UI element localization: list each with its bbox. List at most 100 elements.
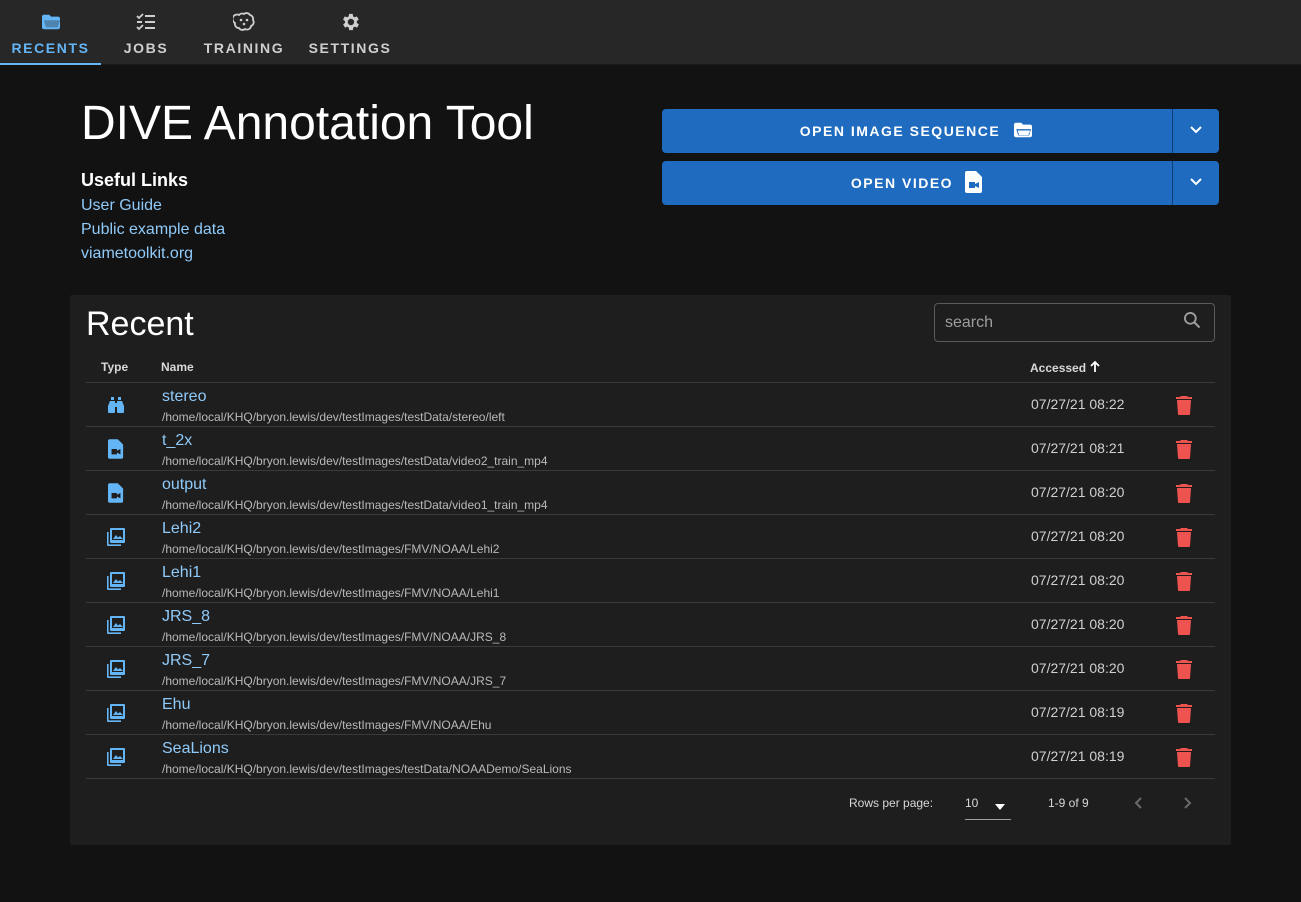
rows-per-page-value: 10 [965,796,979,810]
accessed-time: 07/27/21 08:22 [1031,396,1125,412]
table-footer: Rows per page: 10 1-9 of 9 [86,790,1215,830]
dataset-name-link[interactable]: Lehi2 [162,520,201,538]
image-multiple-icon [106,702,126,724]
delete-icon[interactable] [1174,438,1194,460]
table-header: Type Name Accessed [86,350,1215,383]
open-image-sequence-label: OPEN IMAGE SEQUENCE [799,123,1001,139]
chevron-down-icon [1189,122,1203,140]
dataset-name-link[interactable]: output [162,476,206,494]
rows-per-page-select[interactable]: 10 [965,790,1011,820]
file-video-icon [106,438,126,460]
open-image-sequence-button[interactable]: OPEN IMAGE SEQUENCE [662,109,1172,153]
accessed-time: 07/27/21 08:20 [1031,616,1125,632]
column-accessed-label: Accessed [1030,361,1087,375]
dataset-path: /home/local/KHQ/bryon.lewis/dev/testImag… [162,630,507,644]
tab-training-label: TRAINING [203,40,285,56]
file-video-icon [106,482,126,504]
dataset-path: /home/local/KHQ/bryon.lewis/dev/testImag… [162,410,505,424]
column-type[interactable]: Type [101,360,128,374]
brain-icon [232,11,256,33]
page-title: DIVE Annotation Tool [81,97,534,150]
delete-icon[interactable] [1174,394,1194,416]
delete-icon[interactable] [1174,526,1194,548]
search-field[interactable] [934,303,1215,342]
table-row[interactable]: JRS_7/home/local/KHQ/bryon.lewis/dev/tes… [86,647,1215,691]
delete-icon[interactable] [1174,702,1194,724]
folder-open-icon [1012,121,1034,142]
dataset-path: /home/local/KHQ/bryon.lewis/dev/testImag… [162,674,507,688]
table-row[interactable]: Lehi1/home/local/KHQ/bryon.lewis/dev/tes… [86,559,1215,603]
dataset-name-link[interactable]: stereo [162,388,206,406]
link-user-guide[interactable]: User Guide [81,197,162,215]
search-icon[interactable] [1182,310,1202,335]
tab-training[interactable]: TRAINING [203,0,285,65]
dataset-path: /home/local/KHQ/bryon.lewis/dev/testImag… [162,542,500,556]
dataset-name-link[interactable]: Lehi1 [162,564,201,582]
folder-open-icon [39,11,63,33]
chevron-down-icon [1189,174,1203,192]
dataset-name-link[interactable]: JRS_8 [162,608,210,626]
image-multiple-icon [106,746,126,768]
accessed-time: 07/27/21 08:21 [1031,440,1125,456]
pagination-range: 1-9 of 9 [1048,796,1089,810]
dataset-name-link[interactable]: t_2x [162,432,192,450]
link-viametoolkit[interactable]: viametoolkit.org [81,245,193,263]
useful-links-heading: Useful Links [81,170,189,190]
tab-recents[interactable]: RECENTS [0,0,101,65]
table-row[interactable]: output/home/local/KHQ/bryon.lewis/dev/te… [86,471,1215,515]
dataset-path: /home/local/KHQ/bryon.lewis/dev/testImag… [162,498,548,512]
rows-per-page-label: Rows per page: [849,796,934,810]
gear-icon [338,11,362,33]
file-video-icon [965,170,983,196]
table-row[interactable]: JRS_8/home/local/KHQ/bryon.lewis/dev/tes… [86,603,1215,647]
image-multiple-icon [106,526,126,548]
dataset-path: /home/local/KHQ/bryon.lewis/dev/testImag… [162,454,548,468]
tab-jobs[interactable]: JOBS [118,0,174,65]
table-row[interactable]: Ehu/home/local/KHQ/bryon.lewis/dev/testI… [86,691,1215,735]
arrow-up-icon [1089,360,1101,376]
format-list-checks-icon [134,11,158,33]
recent-title: Recent [86,305,194,343]
accessed-time: 07/27/21 08:20 [1031,660,1125,676]
open-video-label: OPEN VIDEO [850,175,954,191]
prev-page-button[interactable] [1128,793,1148,813]
delete-icon[interactable] [1174,658,1194,680]
dataset-name-link[interactable]: Ehu [162,696,190,714]
accessed-time: 07/27/21 08:19 [1031,748,1125,764]
accessed-time: 07/27/21 08:19 [1031,704,1125,720]
dataset-path: /home/local/KHQ/bryon.lewis/dev/testImag… [162,586,500,600]
next-page-button[interactable] [1178,793,1198,813]
tab-recents-label: RECENTS [11,40,90,56]
link-public-example-data[interactable]: Public example data [81,221,225,239]
image-multiple-icon [106,614,126,636]
delete-icon[interactable] [1174,614,1194,636]
delete-icon[interactable] [1174,746,1194,768]
tab-settings[interactable]: SETTINGS [308,0,392,65]
accessed-time: 07/27/21 08:20 [1031,484,1125,500]
dataset-path: /home/local/KHQ/bryon.lewis/dev/testImag… [162,762,572,776]
dataset-path: /home/local/KHQ/bryon.lewis/dev/testImag… [162,718,492,732]
open-video-dropdown[interactable] [1173,161,1219,205]
tab-settings-label: SETTINGS [308,40,392,56]
table-row[interactable]: t_2x/home/local/KHQ/bryon.lewis/dev/test… [86,427,1215,471]
delete-icon[interactable] [1174,482,1194,504]
open-video-button[interactable]: OPEN VIDEO [662,161,1172,205]
image-multiple-icon [106,658,126,680]
column-accessed[interactable]: Accessed [1030,360,1101,376]
table-row[interactable]: stereo/home/local/KHQ/bryon.lewis/dev/te… [86,383,1215,427]
recent-card: Recent Type Name Accessed stereo/home/lo… [70,295,1231,845]
table-row[interactable]: Lehi2/home/local/KHQ/bryon.lewis/dev/tes… [86,515,1215,559]
top-nav: RECENTS JOBS TRAINING SETTINGS [0,0,1301,65]
dataset-name-link[interactable]: SeaLions [162,740,229,758]
delete-icon[interactable] [1174,570,1194,592]
open-image-sequence-split-button: OPEN IMAGE SEQUENCE [662,109,1219,153]
column-name[interactable]: Name [161,360,194,374]
search-input[interactable] [945,313,1182,332]
open-image-sequence-dropdown[interactable] [1173,109,1219,153]
dataset-name-link[interactable]: JRS_7 [162,652,210,670]
open-video-split-button: OPEN VIDEO [662,161,1219,205]
image-multiple-icon [106,570,126,592]
tab-jobs-label: JOBS [123,40,169,56]
table-row[interactable]: SeaLions/home/local/KHQ/bryon.lewis/dev/… [86,735,1215,779]
binoculars-icon [106,394,126,416]
